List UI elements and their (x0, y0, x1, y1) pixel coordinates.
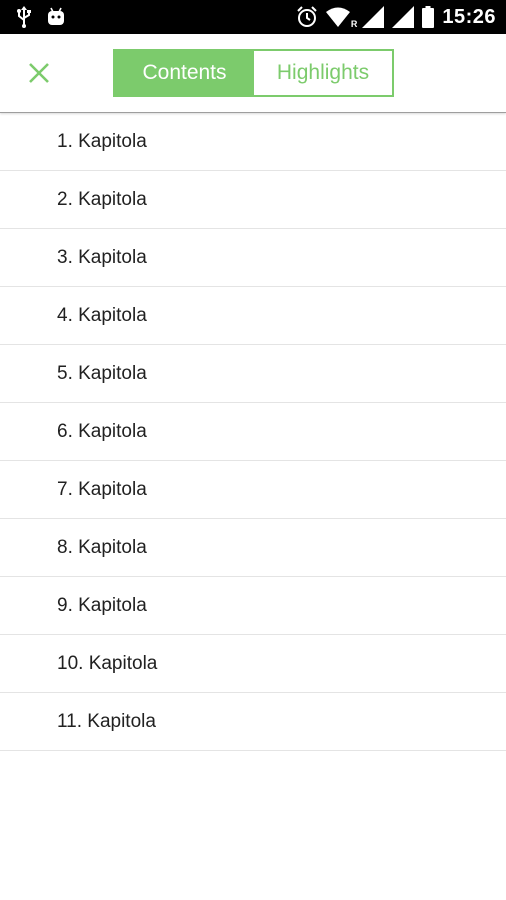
chapter-label: 2. Kapitola (57, 188, 147, 210)
wifi-icon: R (326, 7, 357, 29)
list-item[interactable]: 4. Kapitola (0, 287, 506, 345)
status-bar-right: R 15:26 (296, 4, 496, 30)
tab-contents[interactable]: Contents (115, 51, 254, 95)
list-item[interactable]: 8. Kapitola (0, 519, 506, 577)
chapter-label: 10. Kapitola (57, 652, 158, 674)
chapter-label: 3. Kapitola (57, 246, 147, 268)
chapter-label: 1. Kapitola (57, 130, 147, 152)
chapter-list: 1. Kapitola 2. Kapitola 3. Kapitola 4. K… (0, 113, 506, 751)
tab-highlights[interactable]: Highlights (254, 51, 392, 95)
tab-highlights-label: Highlights (276, 61, 370, 84)
list-item[interactable]: 7. Kapitola (0, 461, 506, 519)
list-item[interactable]: 1. Kapitola (0, 113, 506, 171)
cell-signal-icon-2 (392, 6, 415, 28)
android-icon (46, 7, 66, 27)
chapter-label: 5. Kapitola (57, 362, 147, 384)
status-bar: R 15:26 (0, 0, 506, 34)
battery-icon (422, 6, 435, 28)
list-item[interactable]: 11. Kapitola (0, 693, 506, 751)
chapter-label: 9. Kapitola (57, 594, 147, 616)
toolbar: Contents Highlights (0, 34, 506, 113)
chapter-label: 11. Kapitola (57, 710, 156, 732)
alarm-icon (296, 6, 318, 28)
usb-icon (16, 6, 32, 28)
chapter-label: 4. Kapitola (57, 304, 147, 326)
chapter-label: 7. Kapitola (57, 478, 147, 500)
cell-signal-icon (362, 6, 385, 28)
tab-switcher: Contents Highlights (113, 49, 394, 97)
list-item[interactable]: 3. Kapitola (0, 229, 506, 287)
roaming-mark: R (350, 19, 358, 29)
list-item[interactable]: 10. Kapitola (0, 635, 506, 693)
list-item[interactable]: 2. Kapitola (0, 171, 506, 229)
list-item[interactable]: 6. Kapitola (0, 403, 506, 461)
chapter-label: 8. Kapitola (57, 536, 147, 558)
chapter-label: 6. Kapitola (57, 420, 147, 442)
tab-contents-label: Contents (142, 61, 227, 84)
list-item[interactable]: 9. Kapitola (0, 577, 506, 635)
status-time: 15:26 (442, 5, 496, 28)
status-bar-left (16, 6, 66, 28)
close-icon (28, 62, 50, 84)
list-item[interactable]: 5. Kapitola (0, 345, 506, 403)
close-button[interactable] (22, 56, 56, 90)
